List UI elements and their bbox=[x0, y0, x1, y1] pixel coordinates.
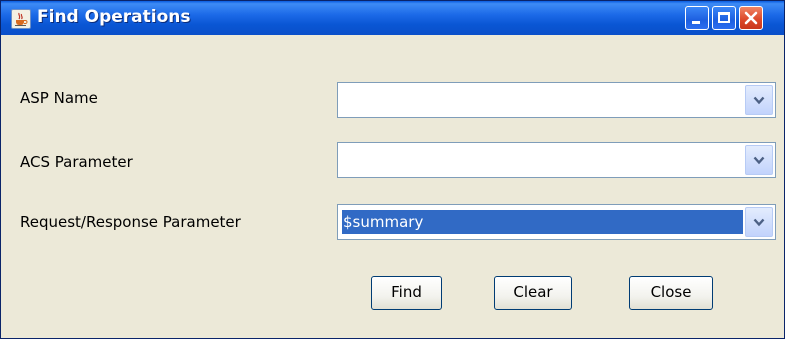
acs-parameter-dropdown-button[interactable] bbox=[745, 145, 773, 175]
request-response-parameter-value[interactable]: $summary bbox=[342, 210, 743, 234]
clear-button[interactable]: Clear bbox=[494, 276, 572, 310]
minimize-button[interactable] bbox=[685, 6, 709, 30]
acs-parameter-combo[interactable] bbox=[337, 142, 776, 178]
find-button[interactable]: Find bbox=[371, 276, 442, 310]
chevron-down-icon bbox=[753, 96, 765, 105]
window-title: Find Operations bbox=[37, 7, 191, 27]
acs-parameter-value[interactable] bbox=[342, 148, 743, 172]
close-button[interactable]: Close bbox=[629, 276, 713, 310]
asp-name-combo[interactable] bbox=[337, 82, 776, 118]
find-operations-window: Find Operations ASP Name ACS Parameter R… bbox=[0, 0, 785, 339]
asp-name-value[interactable] bbox=[342, 88, 743, 112]
close-icon bbox=[744, 11, 758, 25]
asp-name-dropdown-button[interactable] bbox=[745, 85, 773, 115]
asp-name-label: ASP Name bbox=[20, 89, 98, 107]
java-cup-icon bbox=[11, 9, 31, 29]
close-window-button[interactable] bbox=[739, 6, 763, 30]
chevron-down-icon bbox=[753, 156, 765, 165]
maximize-icon bbox=[718, 12, 730, 23]
minimize-icon bbox=[692, 21, 700, 24]
acs-parameter-label: ACS Parameter bbox=[20, 153, 133, 171]
chevron-down-icon bbox=[753, 218, 765, 227]
request-response-parameter-label: Request/Response Parameter bbox=[20, 213, 241, 231]
title-bar[interactable]: Find Operations bbox=[1, 1, 784, 35]
request-response-parameter-dropdown-button[interactable] bbox=[745, 207, 773, 237]
maximize-button[interactable] bbox=[712, 6, 736, 30]
request-response-parameter-combo[interactable]: $summary bbox=[337, 204, 776, 240]
